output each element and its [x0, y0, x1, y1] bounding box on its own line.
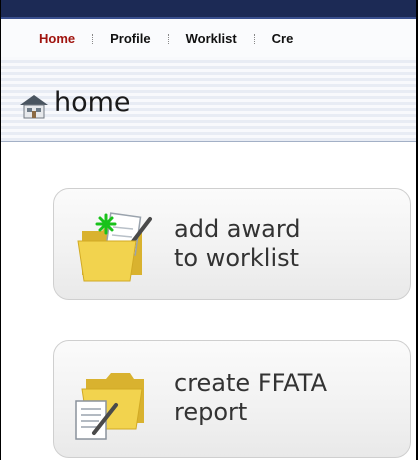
add-award-to-worklist-button[interactable]: add award to worklist: [53, 188, 411, 300]
app-frame: Home Profile Worklist Cre home add award…: [0, 0, 418, 460]
page-header: home: [1, 57, 416, 142]
card-label: add award to worklist: [174, 215, 301, 273]
folder-add-icon: [77, 212, 152, 282]
nav-create[interactable]: Cre: [272, 31, 294, 46]
card-label-line2: to worklist: [174, 244, 300, 272]
create-ffata-report-button[interactable]: create FFATA report: [53, 340, 411, 458]
home-icon: [20, 95, 48, 119]
folder-report-icon: [75, 373, 144, 440]
nav-separator: [253, 34, 255, 44]
nav-profile[interactable]: Profile: [110, 31, 150, 46]
nav-worklist[interactable]: Worklist: [186, 31, 237, 46]
card-label-line1: create FFATA: [174, 369, 327, 397]
nav-separator: [92, 34, 94, 44]
card-label-line1: add award: [174, 215, 301, 243]
card-label-line2: report: [174, 398, 248, 426]
nav-separator: [167, 34, 169, 44]
main-nav: Home Profile Worklist Cre: [1, 19, 416, 58]
top-bar: [1, 0, 416, 19]
nav-home[interactable]: Home: [39, 31, 75, 46]
page-title: home: [54, 87, 131, 118]
card-label: create FFATA report: [174, 369, 327, 427]
